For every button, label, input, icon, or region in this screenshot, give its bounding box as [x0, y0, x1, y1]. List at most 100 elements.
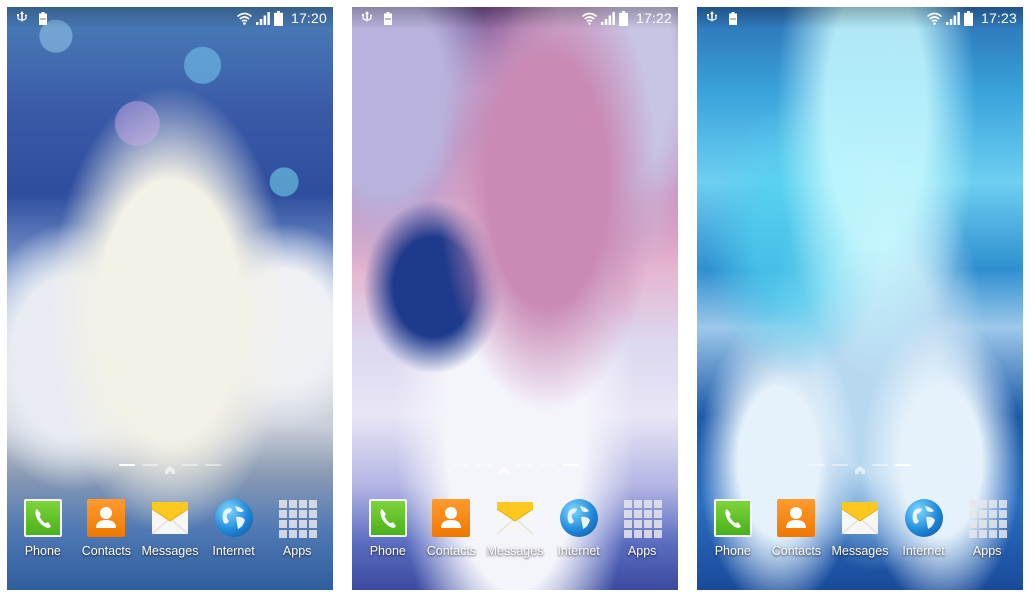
apps-grid-cell [644, 510, 653, 518]
apps-grid-cell [279, 500, 288, 508]
contacts-icon[interactable] [87, 499, 126, 537]
phone-screen-1: 17:20 Phone Contacts Messages Internet Apps [7, 7, 333, 590]
page-dot-active[interactable] [561, 464, 578, 466]
phone-icon[interactable] [713, 499, 752, 537]
apps-grid-icon[interactable] [623, 499, 663, 538]
contacts-icon[interactable] [777, 499, 816, 537]
internet-globe-icon[interactable] [214, 499, 253, 537]
apps-grid-icon[interactable] [968, 499, 1008, 538]
page-dot[interactable] [538, 464, 555, 466]
apps-grid-cell [624, 530, 633, 538]
phone-screen-2: 17:22 Phone Contacts Messages Internet Apps [352, 7, 678, 590]
dock-app-contacts[interactable]: Contacts [420, 499, 484, 569]
battery-icon [273, 10, 283, 26]
dock-app-label: Messages [486, 544, 544, 558]
page-dot[interactable] [515, 464, 532, 466]
page-dot[interactable] [832, 464, 848, 466]
battery-saver-icon [39, 11, 47, 25]
apps-grid-cell [309, 500, 318, 508]
apps-grid-cell [644, 520, 653, 528]
home-page-indicator-icon[interactable] [855, 461, 865, 474]
signal-strength-icon [600, 11, 615, 25]
dock-app-label: Contacts [426, 544, 477, 558]
apps-grid-cell [654, 500, 663, 508]
dock-app-messages[interactable]: Messages [483, 499, 547, 569]
apps-grid-cell [279, 510, 288, 518]
dock-app-phone[interactable]: Phone [701, 499, 765, 569]
page-dot-active[interactable] [895, 464, 911, 466]
apps-grid-cell [634, 520, 643, 528]
dock-app-contacts[interactable]: Contacts [75, 499, 139, 569]
dock-app-label: Phone [24, 544, 61, 558]
dock-app-internet[interactable]: Internet [892, 499, 956, 569]
apps-grid-cell [299, 530, 308, 538]
dock-app-messages[interactable]: Messages [828, 499, 892, 569]
apps-grid-cell [989, 530, 998, 538]
apps-grid-cell [989, 500, 998, 508]
page-indicator [352, 460, 678, 474]
page-dot[interactable] [475, 464, 492, 466]
status-clock: 17:22 [635, 10, 672, 26]
usb-icon [707, 11, 717, 25]
phone-icon[interactable] [23, 499, 62, 537]
contacts-icon[interactable] [432, 499, 471, 537]
dock-app-label: Apps [627, 544, 657, 558]
home-page-indicator-icon[interactable] [498, 461, 509, 474]
page-dot[interactable] [872, 464, 888, 466]
page-dot[interactable] [205, 464, 221, 466]
page-dot[interactable] [809, 464, 825, 466]
dock-app-label: Apps [282, 544, 312, 558]
page-dot-active[interactable] [119, 464, 135, 466]
dock-app-messages[interactable]: Messages [138, 499, 202, 569]
apps-grid-cell [279, 530, 288, 538]
apps-grid-cell [624, 520, 633, 528]
apps-grid-cell [999, 500, 1008, 508]
dock-app-label: Phone [369, 544, 406, 558]
dock-app-apps[interactable]: Apps [265, 499, 329, 569]
dock-app-apps[interactable]: Apps [955, 499, 1019, 569]
dock-app-label: Messages [141, 544, 199, 558]
messages-icon[interactable] [151, 499, 189, 537]
page-dot[interactable] [182, 464, 198, 466]
apps-grid-cell [979, 520, 988, 528]
apps-grid-cell [654, 510, 663, 518]
status-clock: 17:23 [980, 10, 1017, 26]
apps-grid-icon[interactable] [278, 499, 318, 538]
status-bar: 17:23 [697, 7, 1023, 29]
messages-icon[interactable] [496, 499, 534, 537]
usb-icon [17, 11, 27, 25]
home-page-indicator-icon[interactable] [165, 461, 175, 474]
dock-app-phone[interactable]: Phone [356, 499, 420, 569]
signal-strength-icon [255, 11, 270, 25]
apps-grid-cell [999, 530, 1008, 538]
phone-screen-3: 17:23 Phone Contacts Messages Internet Apps [697, 7, 1023, 590]
apps-grid-cell [624, 500, 633, 508]
page-dot[interactable] [452, 464, 469, 466]
dock-app-apps[interactable]: Apps [610, 499, 674, 569]
apps-grid-cell [999, 510, 1008, 518]
apps-grid-cell [624, 510, 633, 518]
dock-app-label: Contacts [771, 544, 822, 558]
battery-saver-icon [384, 11, 392, 25]
apps-grid-cell [299, 500, 308, 508]
internet-globe-icon[interactable] [559, 499, 598, 537]
status-clock: 17:20 [290, 10, 327, 26]
internet-globe-icon[interactable] [904, 499, 943, 537]
dock-app-label: Internet [212, 544, 255, 558]
apps-grid-cell [969, 500, 978, 508]
phone-icon[interactable] [368, 499, 407, 537]
apps-grid-cell [989, 510, 998, 518]
dock-app-contacts[interactable]: Contacts [765, 499, 829, 569]
dock-app-internet[interactable]: Internet [547, 499, 611, 569]
apps-grid-cell [979, 500, 988, 508]
apps-grid-cell [634, 530, 643, 538]
dock-app-phone[interactable]: Phone [11, 499, 75, 569]
messages-icon[interactable] [841, 499, 879, 537]
signal-strength-icon [945, 11, 960, 25]
page-dot[interactable] [142, 464, 158, 466]
apps-grid-cell [289, 520, 298, 528]
apps-grid-cell [969, 510, 978, 518]
dock-app-label: Internet [902, 544, 945, 558]
dock-app-internet[interactable]: Internet [202, 499, 266, 569]
apps-grid-cell [979, 510, 988, 518]
